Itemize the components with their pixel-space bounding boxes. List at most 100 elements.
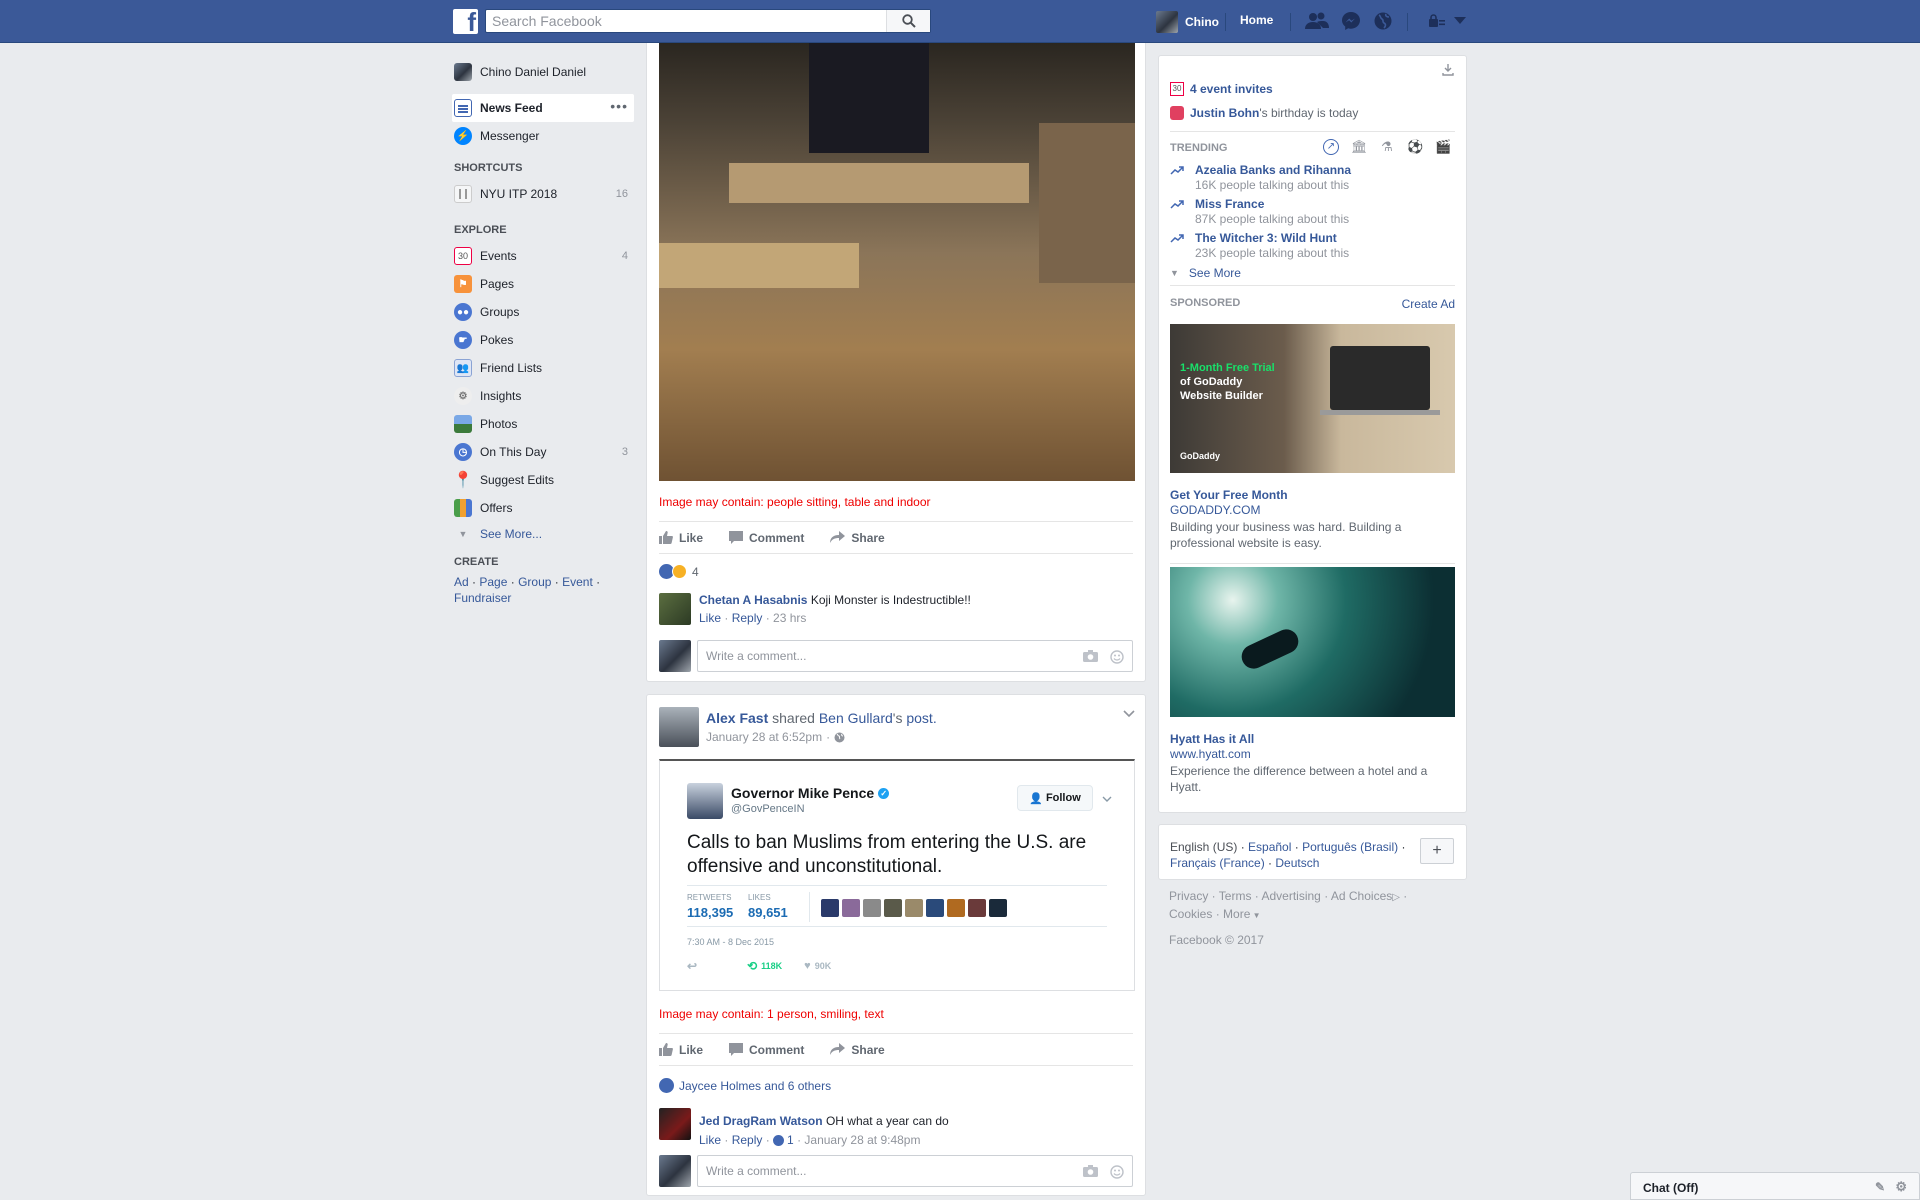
trending-top-icon[interactable]: ↗ [1323,139,1339,155]
search-input[interactable] [486,10,886,32]
sidebar-item-events[interactable]: 30 Events 4 [452,242,634,270]
post-author[interactable]: Alex Fast [706,710,768,726]
post-link[interactable]: post. [906,710,936,726]
ad-url[interactable]: www.hyatt.com [1170,747,1251,761]
trending-item[interactable]: Miss France 87K people talking about thi… [1170,197,1466,231]
sidebar-item-insights[interactable]: ⚙ Insights [452,382,634,410]
comment-author[interactable]: Chetan A Hasabnis [699,593,807,607]
politics-icon[interactable]: 🏛 [1351,139,1368,155]
sidebar-item-pages[interactable]: ⚑ Pages [452,270,634,298]
like-button[interactable]: Like [659,531,703,545]
search-button[interactable] [886,10,930,32]
chat-bar[interactable]: Chat (Off) ✎ ⚙ [1630,1172,1920,1200]
more-options-icon[interactable]: ••• [610,99,628,113]
post-action-bar: Like Comment Share [659,521,1133,554]
like-button[interactable]: Like [659,1043,703,1057]
facebook-logo-icon[interactable]: f [453,9,478,34]
ad-title[interactable]: Hyatt Has it All [1170,732,1254,746]
emoji-icon[interactable] [1110,650,1124,664]
chevron-down-icon[interactable] [1454,17,1466,25]
home-link[interactable]: Home [1240,13,1273,27]
retweet-icon: ⟲ [747,959,758,973]
reactions-summary[interactable]: 4 [659,564,699,579]
privacy-shortcuts-icon[interactable] [1428,14,1446,28]
comment-reply-link[interactable]: Reply [732,611,763,625]
avatar[interactable] [659,1108,691,1140]
ad-url[interactable]: GODADDY.COM [1170,503,1260,517]
share-button[interactable]: Share [830,1043,885,1057]
sidebar-item-friend-lists[interactable]: 👥 Friend Lists [452,354,634,382]
cookies-link[interactable]: Cookies [1169,907,1212,921]
ad-image-godaddy[interactable]: 1-Month Free Trial of GoDaddy Website Bu… [1170,324,1455,473]
language-link[interactable]: Deutsch [1275,856,1319,870]
globe-privacy-icon[interactable] [834,732,845,743]
compose-icon[interactable]: ✎ [1875,1180,1885,1194]
sidebar-see-more[interactable]: ▼ See More... [452,522,634,546]
comment-input[interactable]: Write a comment... [697,1155,1133,1187]
comment-input[interactable]: Write a comment... [697,640,1133,672]
shared-from-link[interactable]: Ben Gullard [819,710,893,726]
globe-notifications-icon[interactable] [1373,11,1393,31]
ad-image-hyatt[interactable] [1170,567,1455,717]
trending-item[interactable]: Azealia Banks and Rihanna 16K people tal… [1170,163,1466,197]
trending-item[interactable]: The Witcher 3: Wild Hunt 23K people talk… [1170,231,1466,265]
sidebar-item-news-feed[interactable]: News Feed ••• [452,94,634,122]
friend-requests-icon[interactable] [1305,11,1329,31]
sidebar-item-on-this-day[interactable]: ◷ On This Day 3 [452,438,634,466]
camera-icon[interactable] [1083,1165,1098,1177]
sports-icon[interactable]: ⚽ [1407,139,1423,155]
more-link[interactable]: More [1223,907,1250,921]
post-photo[interactable] [659,43,1135,481]
comment-like-link[interactable]: Like [699,1133,721,1147]
ad-title[interactable]: Get Your Free Month [1170,488,1288,502]
download-icon[interactable] [1442,64,1454,76]
trending-see-more[interactable]: ▼ See More [1170,266,1241,280]
share-button[interactable]: Share [830,531,885,545]
laptop-shape [1330,346,1430,410]
profile-link[interactable]: Chino [1156,11,1219,33]
sidebar-profile[interactable]: Chino Daniel Daniel [452,58,634,86]
comment-like-count[interactable]: 1 [787,1133,794,1147]
post-timestamp[interactable]: January 28 at 6:52pm [706,730,822,744]
create-group-link[interactable]: Group [518,575,551,589]
create-page-link[interactable]: Page [479,575,507,589]
chevron-down-icon[interactable] [1123,710,1135,718]
terms-link[interactable]: Terms [1219,889,1252,903]
tweet-image[interactable]: Governor Mike Pence ✓ @GovPenceIN 👤 Follo… [659,759,1135,991]
science-icon[interactable]: ⚗ [1379,139,1395,155]
advertising-link[interactable]: Advertising [1261,889,1320,903]
comment-reply-link[interactable]: Reply [732,1133,763,1147]
sidebar-item-suggest-edits[interactable]: 📍 Suggest Edits [452,466,634,494]
reactions-summary[interactable]: Jaycee Holmes and 6 others [659,1078,831,1093]
language-link[interactable]: Español [1248,840,1291,854]
create-ad-link[interactable]: Create Ad [1402,297,1455,311]
comment-author[interactable]: Jed DragRam Watson [699,1114,823,1128]
sidebar-item-nyu-itp-2018[interactable]: NYU ITP 2018 16 [452,180,634,208]
avatar[interactable] [659,707,699,747]
emoji-icon[interactable] [1110,1165,1124,1179]
create-event-link[interactable]: Event [562,575,593,589]
sidebar-item-pokes[interactable]: ☛ Pokes [452,326,634,354]
messenger-icon[interactable] [1341,11,1361,31]
add-language-button[interactable]: + [1420,838,1454,864]
create-ad-link[interactable]: Ad [454,575,469,589]
ad-choices-link[interactable]: Ad Choices [1331,889,1392,903]
language-link[interactable]: Português (Brasil) [1302,840,1398,854]
event-invites-row[interactable]: 30 4 event invites [1170,82,1273,96]
language-link[interactable]: Français (France) [1170,856,1265,870]
comment-label: Comment [749,530,805,545]
comment-button[interactable]: Comment [729,1043,804,1057]
sidebar-item-messenger[interactable]: ⚡ Messenger [452,122,634,150]
sidebar-item-offers[interactable]: Offers [452,494,634,522]
gear-icon[interactable]: ⚙ [1895,1179,1907,1195]
camera-icon[interactable] [1083,650,1098,662]
privacy-link[interactable]: Privacy [1169,889,1208,903]
birthday-row[interactable]: Justin Bohn's birthday is today [1170,106,1358,120]
comment-like-link[interactable]: Like [699,611,721,625]
entertainment-icon[interactable]: 🎬 [1435,139,1451,155]
create-fundraiser-link[interactable]: Fundraiser [454,591,511,605]
comment-button[interactable]: Comment [729,531,804,545]
sidebar-item-groups[interactable]: ●● Groups [452,298,634,326]
sidebar-item-photos[interactable]: Photos [452,410,634,438]
avatar[interactable] [659,593,691,625]
